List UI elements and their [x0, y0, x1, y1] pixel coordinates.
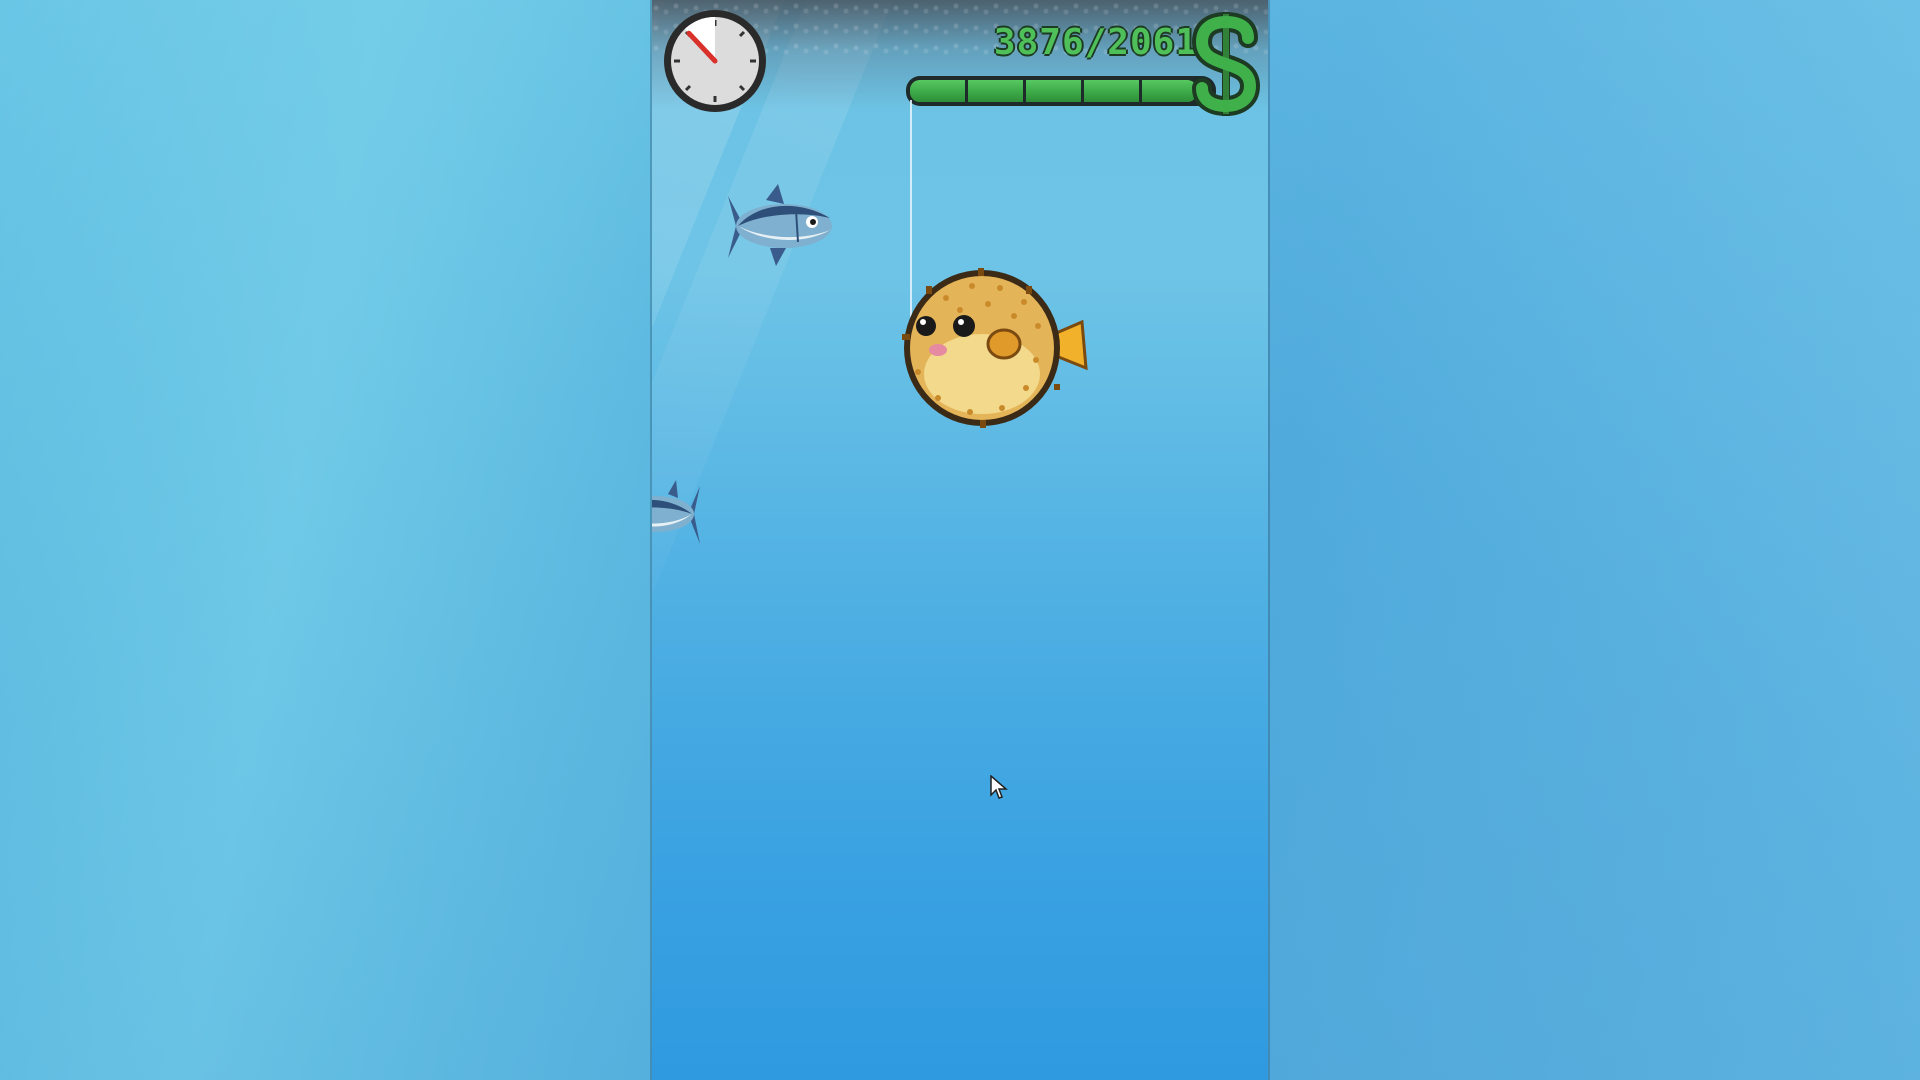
- tuna-fish[interactable]: [652, 478, 700, 550]
- tuna-fish[interactable]: [726, 182, 838, 270]
- dollar-sign-icon: [1192, 11, 1260, 117]
- catch-progress-fill: [910, 80, 1197, 102]
- game-screen: 3876/2061: [0, 0, 1920, 1080]
- catch-progress-bar: [906, 76, 1216, 106]
- mouse-cursor-icon: [990, 775, 1008, 799]
- game-viewport[interactable]: 3876/2061: [652, 0, 1268, 1080]
- pufferfish-caught[interactable]: [886, 264, 1096, 428]
- blurred-backdrop-right: [1268, 0, 1920, 1080]
- stopwatch-icon: [664, 10, 766, 112]
- blurred-backdrop-left: [0, 0, 652, 1080]
- money-counter: 3876/2061: [993, 22, 1198, 63]
